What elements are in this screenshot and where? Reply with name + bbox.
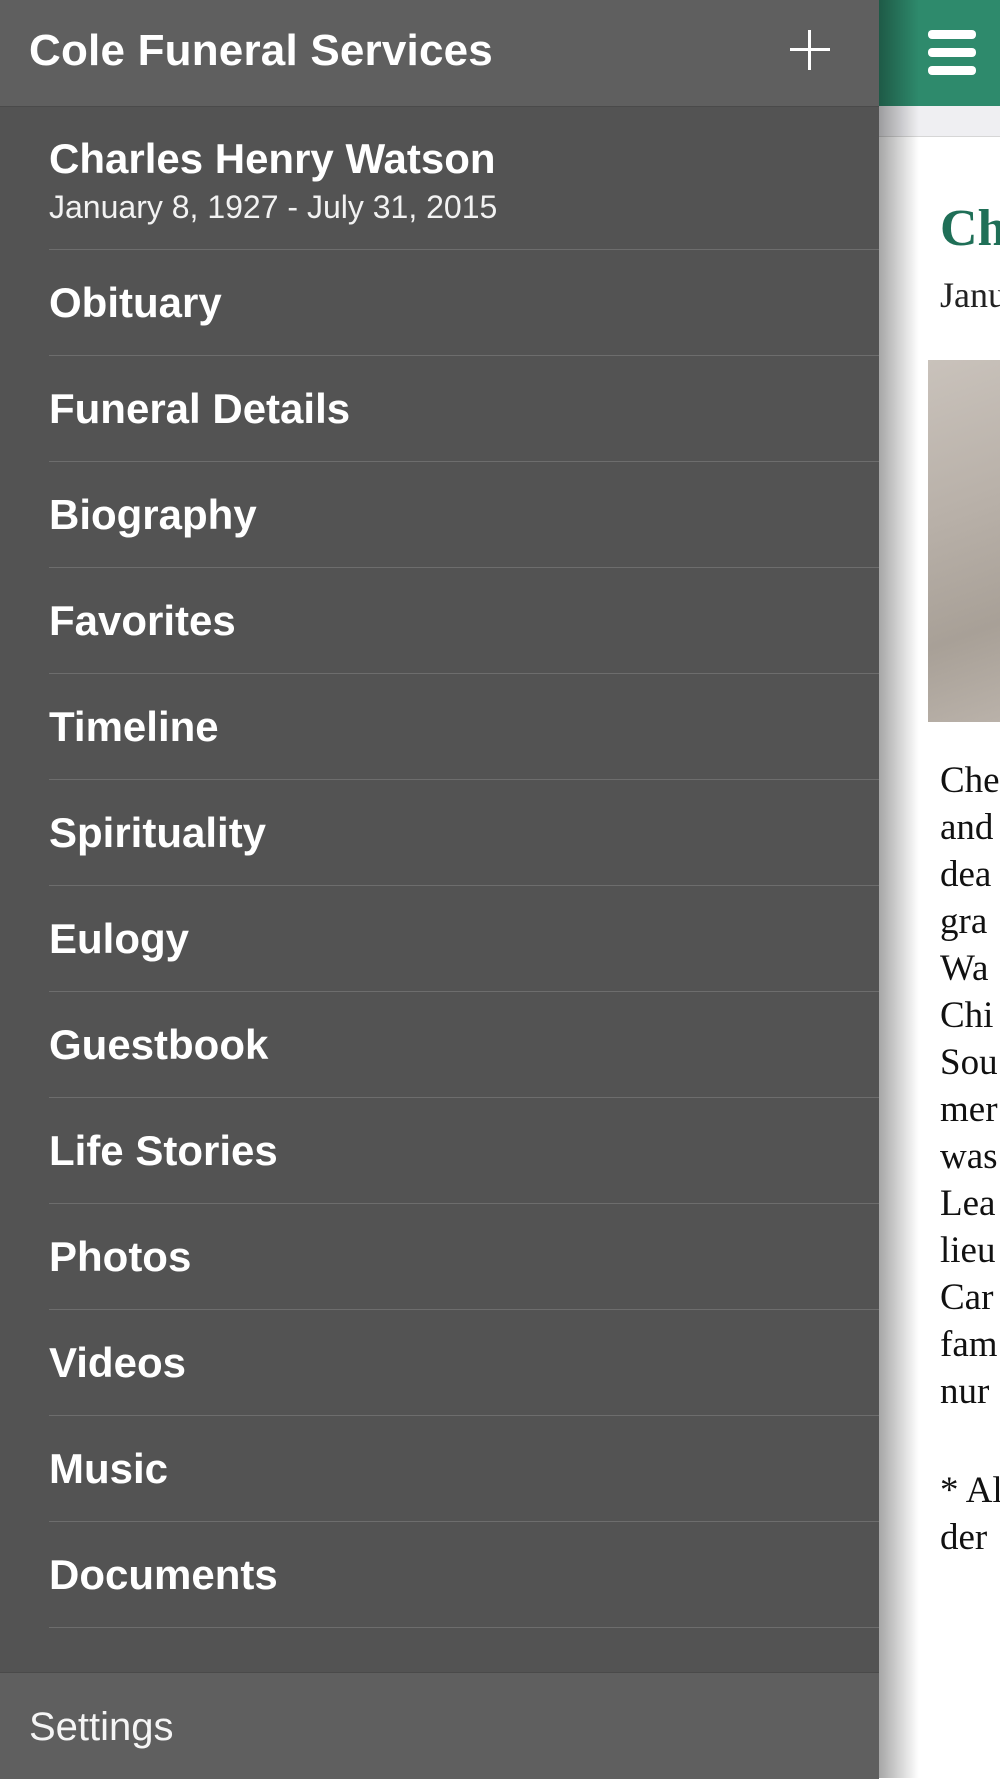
profile-header[interactable]: Charles Henry Watson January 8, 1927 - J… — [49, 107, 879, 250]
menu-item-obituary[interactable]: Obituary — [49, 250, 879, 356]
drawer-menu: Obituary Funeral Details Biography Favor… — [49, 250, 879, 1628]
text-line: mer — [940, 1089, 998, 1130]
text-line: Wa — [940, 948, 989, 989]
obituary-text: Che and dea gra Wa Chi Sou mer was Lea l… — [940, 757, 1000, 1415]
obituary-footnote: * Al der — [940, 1467, 1000, 1561]
subheader-bar — [879, 106, 1000, 137]
text-line: der — [940, 1517, 988, 1558]
text-line: dea — [940, 854, 992, 895]
menu-item-documents[interactable]: Documents — [49, 1522, 879, 1628]
top-app-bar — [879, 0, 1000, 106]
app-title: Cole Funeral Services — [29, 26, 493, 75]
text-line: fam — [940, 1324, 998, 1365]
menu-item-funeral-details[interactable]: Funeral Details — [49, 356, 879, 462]
text-line: Lea — [940, 1183, 996, 1224]
menu-item-biography[interactable]: Biography — [49, 462, 879, 568]
text-line: Che — [940, 760, 1000, 801]
text-line: * Al — [940, 1470, 1000, 1511]
menu-item-guestbook[interactable]: Guestbook — [49, 992, 879, 1098]
menu-item-music[interactable]: Music — [49, 1416, 879, 1522]
deceased-name: Charles Henry Watson — [49, 135, 496, 182]
navigation-drawer: Cole Funeral Services Charles Henry Wats… — [0, 0, 879, 1779]
obituary-content[interactable]: Ch Janu Che and dea gra Wa Chi Sou mer w… — [879, 137, 1000, 1778]
text-line: and — [940, 807, 994, 848]
settings-button[interactable]: Settings — [29, 1705, 174, 1750]
portrait-photo — [928, 360, 1000, 722]
text-line: nur — [940, 1371, 990, 1412]
menu-item-favorites[interactable]: Favorites — [49, 568, 879, 674]
text-line: Car — [940, 1277, 994, 1318]
menu-item-life-stories[interactable]: Life Stories — [49, 1098, 879, 1204]
menu-item-photos[interactable]: Photos — [49, 1204, 879, 1310]
add-button[interactable] — [782, 22, 838, 78]
obituary-heading: Ch — [940, 200, 1000, 257]
text-line: was — [940, 1136, 998, 1177]
text-line: Sou — [940, 1042, 998, 1083]
text-line: Chi — [940, 995, 994, 1036]
drawer-footer: Settings — [0, 1672, 879, 1779]
life-dates: January 8, 1927 - July 31, 2015 — [49, 189, 498, 225]
text-line: lieu — [940, 1230, 996, 1271]
drawer-header: Cole Funeral Services — [0, 0, 879, 107]
text-line: gra — [940, 901, 988, 942]
menu-item-timeline[interactable]: Timeline — [49, 674, 879, 780]
hamburger-icon[interactable] — [928, 30, 976, 76]
menu-item-spirituality[interactable]: Spirituality — [49, 780, 879, 886]
menu-item-eulogy[interactable]: Eulogy — [49, 886, 879, 992]
obituary-dates: Janu — [940, 275, 1000, 315]
menu-item-videos[interactable]: Videos — [49, 1310, 879, 1416]
